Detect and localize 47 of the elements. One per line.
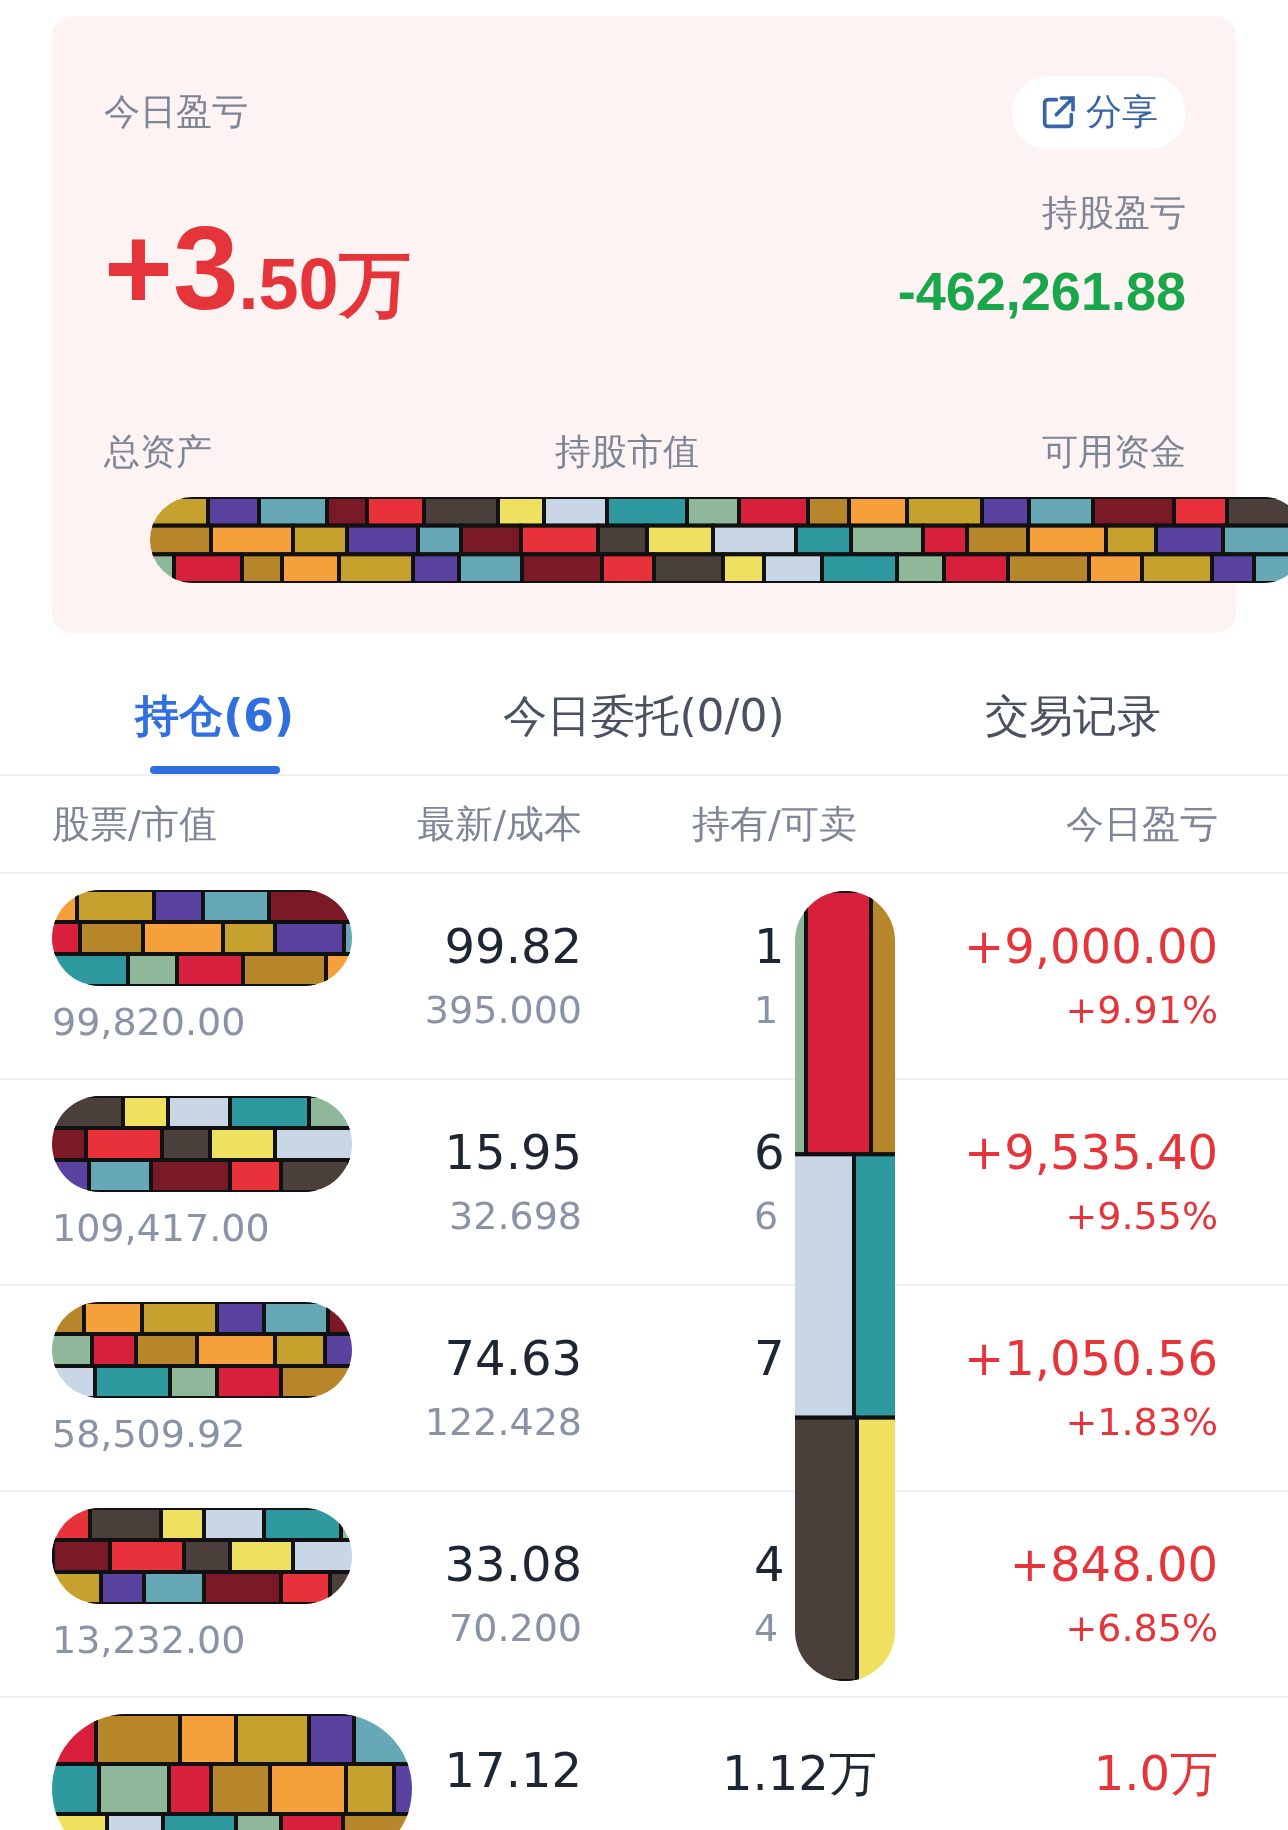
tab[interactable]: 今日委托(0/0)	[429, 677, 859, 774]
column-header: 持有/可卖	[691, 800, 858, 848]
column-header: 股票/市值	[52, 800, 218, 848]
today-pnl: +9,535.40	[964, 1124, 1218, 1180]
column-header: 今日盈亏	[1065, 800, 1218, 848]
latest-price: 74.63	[444, 1330, 582, 1386]
sellable-quantity: 4	[754, 1606, 779, 1650]
sellable-quantity: 6	[754, 1194, 779, 1238]
cost-price: 395.000	[424, 988, 582, 1032]
today-pnl: +848.00	[1009, 1536, 1218, 1592]
tab[interactable]: 持仓(6)	[0, 677, 430, 774]
today-pnl: +1,050.56	[964, 1330, 1218, 1386]
holding-row[interactable]: 17.12 1.12万 1.0万	[0, 1698, 1288, 1830]
cost-price: 70.200	[449, 1606, 582, 1650]
holding-pnl-label: 持股盈亏	[1042, 191, 1186, 235]
cost-price: 32.698	[449, 1194, 582, 1238]
held-quantity: 1.12万	[722, 1744, 877, 1803]
share-button[interactable]: 分享	[1012, 76, 1186, 149]
market-value: 58,509.92	[52, 1412, 246, 1456]
sellable-quantity: 1	[754, 988, 779, 1032]
tab[interactable]: 交易记录	[858, 677, 1288, 774]
held-quantity: 6	[754, 1124, 785, 1180]
today-pnl-value: +3	[104, 201, 239, 336]
today-pnl-percent: +6.85%	[1065, 1606, 1218, 1650]
latest-price: 15.95	[444, 1124, 582, 1180]
held-quantity: 7	[754, 1330, 785, 1386]
asset-label: 持股市值	[555, 430, 699, 474]
holding-pnl-value: -462,261.88	[897, 260, 1186, 322]
today-pnl: +9,000.00	[964, 918, 1218, 974]
latest-price: 17.12	[444, 1742, 582, 1798]
market-value: 99,820.00	[52, 1000, 246, 1044]
market-value: 109,417.00	[52, 1206, 270, 1250]
today-pnl-percent: +1.83%	[1065, 1400, 1218, 1444]
today-pnl-percent: +9.91%	[1065, 988, 1218, 1032]
card-title: 今日盈亏	[104, 90, 248, 134]
today-pnl-percent: +9.55%	[1065, 1194, 1218, 1238]
asset-label: 可用资金	[1042, 430, 1186, 474]
today-pnl-decimal: .50万	[238, 243, 411, 326]
held-quantity: 4	[754, 1536, 785, 1592]
held-quantity: 1	[754, 918, 785, 974]
today-pnl: 1.0万	[1093, 1744, 1218, 1803]
asset-label: 总资产	[104, 430, 212, 474]
cost-price: 122.428	[424, 1400, 582, 1444]
latest-price: 33.08	[444, 1536, 582, 1592]
market-value: 13,232.00	[52, 1618, 246, 1662]
column-header: 最新/成本	[416, 800, 582, 848]
latest-price: 99.82	[444, 918, 582, 974]
